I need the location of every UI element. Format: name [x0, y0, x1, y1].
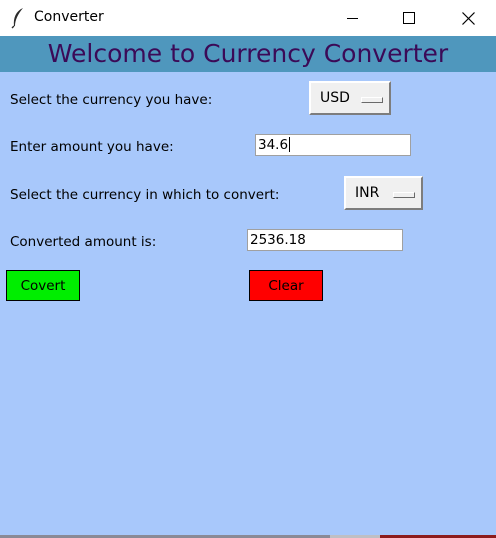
to-currency-value: INR	[355, 185, 380, 201]
convert-button[interactable]: Covert	[6, 270, 80, 301]
minimize-button[interactable]	[330, 0, 376, 36]
minimize-icon	[347, 18, 358, 19]
window-titlebar[interactable]: Converter	[0, 0, 496, 36]
from-currency-value: USD	[320, 90, 350, 106]
to-currency-label: Select the currency in which to convert:	[10, 187, 280, 203]
clear-button[interactable]: Clear	[249, 270, 323, 301]
window-title: Converter	[34, 9, 104, 25]
amount-value: 34.6	[258, 137, 289, 153]
close-icon	[461, 11, 475, 25]
amount-label: Enter amount you have:	[10, 139, 174, 155]
result-value: 2536.18	[250, 232, 306, 248]
maximize-button[interactable]	[386, 0, 432, 36]
feather-icon	[11, 8, 23, 29]
result-output[interactable]: 2536.18	[247, 229, 403, 251]
result-label: Converted amount is:	[10, 234, 157, 250]
from-currency-label: Select the currency you have:	[10, 92, 213, 108]
dropdown-indicator-icon	[393, 192, 415, 198]
amount-input[interactable]: 34.6	[255, 134, 411, 156]
converter-form: Select the currency you have: USD Enter …	[0, 72, 496, 538]
dropdown-indicator-icon	[361, 97, 383, 103]
maximize-icon	[403, 12, 415, 24]
page-title: Welcome to Currency Converter	[0, 36, 496, 72]
from-currency-select[interactable]: USD	[309, 81, 391, 115]
close-button[interactable]	[445, 0, 491, 36]
to-currency-select[interactable]: INR	[344, 176, 423, 210]
text-cursor	[289, 137, 291, 152]
